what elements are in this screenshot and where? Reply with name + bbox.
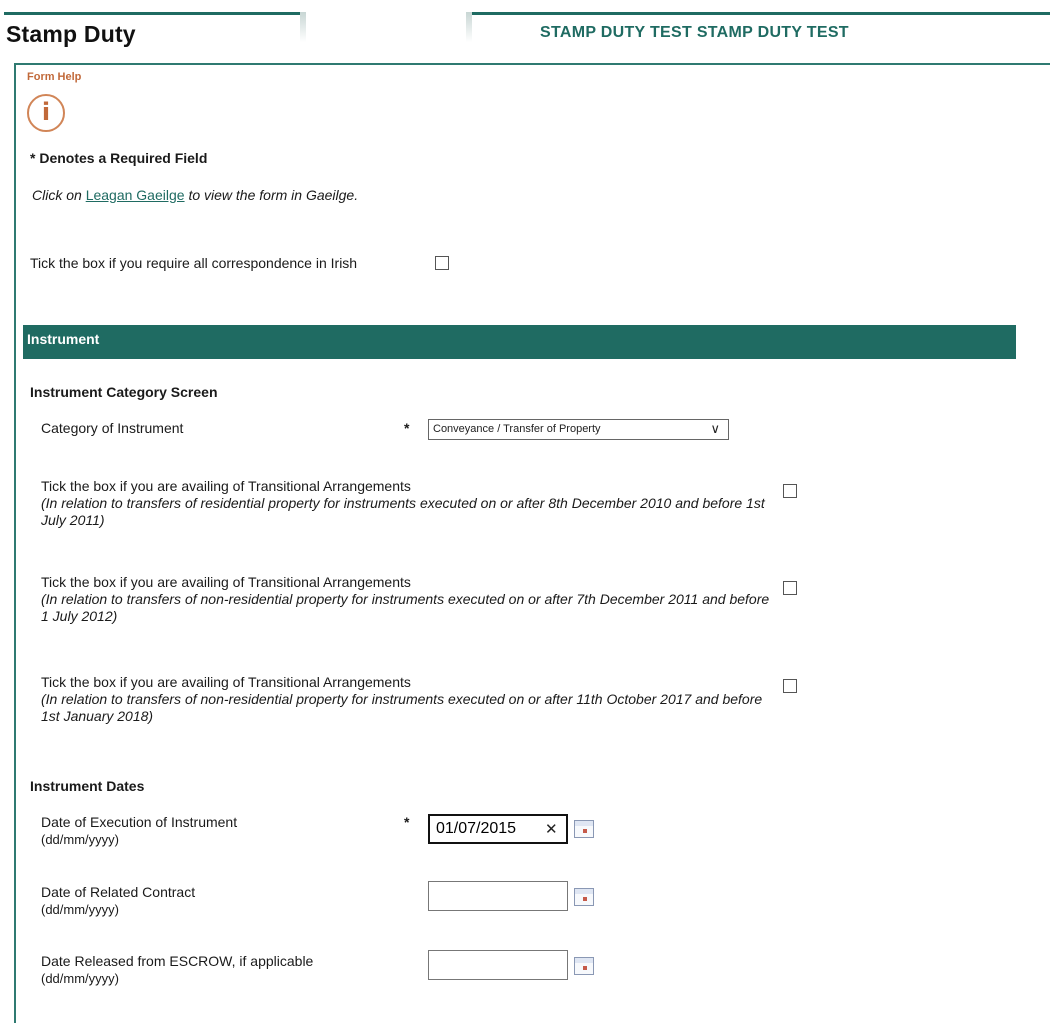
transitional-label: Tick the box if you are availing of Tran… bbox=[41, 478, 411, 494]
header-rule-left bbox=[4, 12, 300, 15]
chevron-down-icon: ∨ bbox=[710, 422, 720, 437]
info-icon[interactable]: i bbox=[27, 94, 65, 132]
transitional-arrangement-3: Tick the box if you are availing of Tran… bbox=[41, 674, 771, 725]
execution-date-label: Date of Execution of Instrument (dd/mm/y… bbox=[41, 814, 237, 848]
form-help-label: Form Help bbox=[27, 71, 82, 83]
form-frame bbox=[14, 63, 1050, 1023]
execution-date-format: (dd/mm/yyyy) bbox=[41, 832, 119, 847]
escrow-date-input[interactable] bbox=[428, 950, 568, 980]
category-of-instrument-label: Category of Instrument bbox=[41, 420, 184, 436]
required-star: * bbox=[404, 420, 410, 436]
transitional-label: Tick the box if you are availing of Tran… bbox=[41, 674, 411, 690]
transitional-arrangement-1: Tick the box if you are availing of Tran… bbox=[41, 478, 771, 529]
transitional-note: (In relation to transfers of residential… bbox=[41, 495, 765, 528]
header-rule-right bbox=[472, 12, 1050, 15]
transitional-label: Tick the box if you are availing of Tran… bbox=[41, 574, 411, 590]
section-header-instrument: Instrument bbox=[23, 325, 1016, 359]
calendar-icon[interactable] bbox=[574, 820, 594, 838]
required-star: * bbox=[404, 814, 410, 830]
escrow-label-text: Date Released from ESCROW, if applicable bbox=[41, 953, 314, 969]
app-title: Stamp Duty bbox=[6, 21, 136, 47]
calendar-icon[interactable] bbox=[574, 957, 594, 975]
related-contract-format: (dd/mm/yyyy) bbox=[41, 902, 119, 917]
transitional-arrangement-2: Tick the box if you are availing of Tran… bbox=[41, 574, 771, 625]
header-tab-edge-left bbox=[300, 12, 306, 42]
transitional-checkbox-2[interactable] bbox=[783, 581, 797, 595]
category-selected-value: Conveyance / Transfer of Property bbox=[433, 423, 601, 435]
transitional-note: (In relation to transfers of non-residen… bbox=[41, 591, 770, 624]
leagan-gaeilge-link[interactable]: Leagan Gaeilge bbox=[86, 187, 185, 203]
transitional-checkbox-1[interactable] bbox=[783, 484, 797, 498]
calendar-icon[interactable] bbox=[574, 888, 594, 906]
environment-banner: STAMP DUTY TEST STAMP DUTY TEST bbox=[540, 24, 849, 41]
instrument-dates-heading: Instrument Dates bbox=[30, 778, 145, 794]
required-field-note: * Denotes a Required Field bbox=[30, 150, 208, 166]
related-contract-date-label: Date of Related Contract (dd/mm/yyyy) bbox=[41, 884, 195, 918]
gaeilge-prefix: Click on bbox=[32, 187, 86, 203]
escrow-date-label: Date Released from ESCROW, if applicable… bbox=[41, 953, 313, 987]
clear-icon[interactable]: ✕ bbox=[545, 820, 558, 838]
gaeilge-suffix: to view the form in Gaeilge. bbox=[184, 187, 359, 203]
execution-date-label-text: Date of Execution of Instrument bbox=[41, 814, 238, 830]
header-tab-edge-right bbox=[466, 12, 472, 42]
instrument-category-heading: Instrument Category Screen bbox=[30, 384, 218, 400]
irish-correspondence-label: Tick the box if you require all correspo… bbox=[30, 255, 358, 271]
escrow-format: (dd/mm/yyyy) bbox=[41, 971, 119, 986]
irish-correspondence-checkbox[interactable] bbox=[435, 256, 449, 270]
related-contract-date-input[interactable] bbox=[428, 881, 568, 911]
transitional-note: (In relation to transfers of non-residen… bbox=[41, 691, 763, 724]
transitional-checkbox-3[interactable] bbox=[783, 679, 797, 693]
category-of-instrument-select[interactable]: Conveyance / Transfer of Property ∨ bbox=[428, 419, 729, 440]
related-contract-label-text: Date of Related Contract bbox=[41, 884, 196, 900]
gaeilge-instruction: Click on Leagan Gaeilge to view the form… bbox=[32, 187, 358, 203]
